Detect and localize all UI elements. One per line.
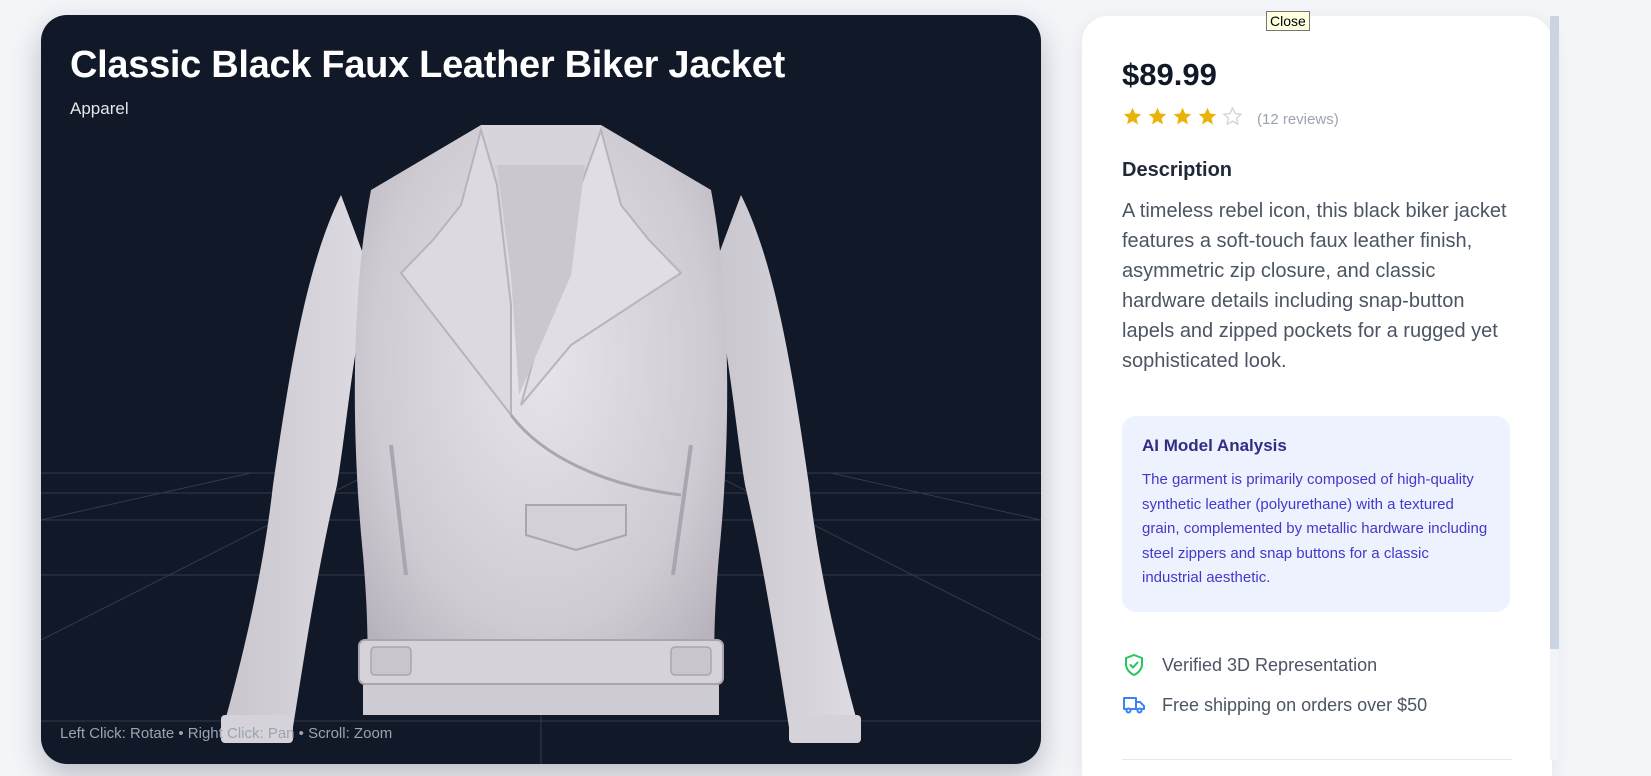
description-text: A timeless rebel icon, this black biker …	[1122, 200, 1507, 372]
star-filled-icon	[1198, 107, 1217, 125]
divider	[1122, 759, 1512, 760]
feature-shipping: Free shipping on orders over $50	[1122, 693, 1427, 717]
panel-scrollbar[interactable]	[1550, 16, 1559, 760]
ai-analysis-box: AI Model Analysis The garment is primari…	[1122, 416, 1510, 612]
jacket-model	[221, 125, 861, 743]
feature-shipping-label: Free shipping on orders over $50	[1162, 694, 1428, 715]
truck-icon	[1123, 697, 1145, 714]
star-filled-icon	[1123, 107, 1142, 125]
description-heading: Description	[1122, 159, 1233, 181]
rating: (12 reviews)	[1122, 106, 1339, 132]
close-tooltip: Close	[1266, 11, 1310, 31]
model-viewer[interactable]: Classic Black Faux Leather Biker Jacket …	[41, 15, 1041, 764]
viewer-controls-hint: Left Click: Rotate • Right Click: Pan • …	[60, 725, 393, 742]
product-details-panel: $89.99 (12 reviews) Description A timele…	[1082, 16, 1552, 776]
product-title: Classic Black Faux Leather Biker Jacket	[70, 44, 785, 86]
star-empty-icon	[1223, 107, 1242, 126]
ai-analysis-text: The garment is primarily composed of hig…	[1142, 471, 1488, 586]
star-filled-icon	[1173, 107, 1192, 125]
ai-analysis-title: AI Model Analysis	[1142, 436, 1287, 455]
product-price: $89.99	[1122, 57, 1217, 92]
feature-verified: Verified 3D Representation	[1122, 653, 1377, 677]
scrollbar-thumb[interactable]	[1550, 16, 1559, 649]
reviews-count[interactable]: (12 reviews)	[1257, 111, 1339, 128]
model-canvas[interactable]	[41, 15, 1041, 764]
product-category: Apparel	[70, 99, 129, 118]
shield-check-icon	[1125, 654, 1143, 676]
feature-verified-label: Verified 3D Representation	[1162, 654, 1378, 675]
star-filled-icon	[1148, 107, 1167, 125]
star-rating	[1122, 106, 1247, 132]
